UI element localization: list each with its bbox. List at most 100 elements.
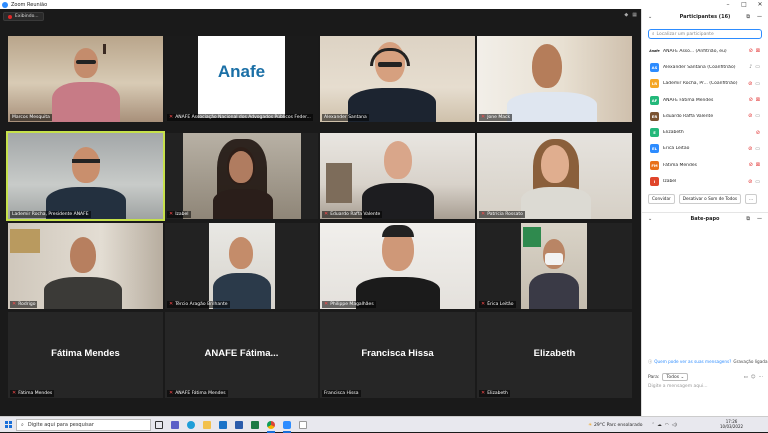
notepad-icon[interactable] — [295, 417, 311, 433]
participant-row[interactable]: FM Fátima Mendes ⊘ ⊠ — [642, 157, 768, 173]
weather-widget[interactable]: ☀ 29°C Parc ensolarado — [588, 417, 642, 433]
camera-icon[interactable]: ▭ — [755, 179, 760, 185]
video-tile[interactable]: Alexander Santana — [320, 36, 475, 122]
mail-icon[interactable] — [215, 417, 231, 433]
mic-muted-icon[interactable]: ⊘ — [749, 48, 753, 54]
participant-row[interactable]: Anafe ANAFE Asso... (Anfitrião, eu) ⊘ ⊠ — [642, 43, 768, 59]
invite-button[interactable]: Convidar — [648, 193, 675, 204]
video-tile[interactable]: ✕ Érica Leitão — [477, 223, 632, 309]
volume-icon[interactable]: ◁) — [672, 423, 677, 428]
start-button[interactable] — [0, 421, 16, 428]
mic-muted-icon: ✕ — [324, 211, 329, 217]
maximize-button[interactable]: □ — [736, 0, 752, 9]
search-icon: ⌕ — [21, 421, 24, 428]
recipient-dropdown[interactable]: Todos ⌄ — [662, 373, 689, 381]
gallery-view-icon[interactable]: ▦ — [632, 12, 637, 18]
close-panel-icon[interactable]: — — [757, 216, 762, 222]
camera-icon[interactable]: ▭ — [755, 64, 760, 70]
participant-row[interactable]: AS Alexander Santana (Coanfitrião) ♪ ▭ — [642, 59, 768, 75]
task-view-icon[interactable] — [151, 417, 167, 433]
tile-name: ✕ Izabel — [167, 211, 191, 218]
cloud-icon[interactable]: ☁ — [657, 423, 662, 428]
video-tile-off[interactable]: Elizabeth ✕ Elizabeth — [477, 312, 632, 398]
mic-muted-icon[interactable]: ⊘ — [756, 130, 760, 136]
more-icon[interactable]: ⋯ — [759, 375, 764, 380]
participant-avatar: AS — [650, 62, 659, 72]
video-tile[interactable]: ✕ Izabel — [165, 133, 318, 219]
video-tile-off[interactable]: Francisca Hissa Francisca Hissa — [320, 312, 475, 398]
video-tile[interactable]: ✕ Jone Mack — [477, 36, 632, 122]
mute-all-button[interactable]: Desativar o Som de Todos — [678, 193, 742, 204]
participant-row[interactable]: E Elizabeth ⊘ — [642, 124, 768, 140]
taskbar-search-input[interactable]: ⌕ Digite aqui para pesquisar — [16, 418, 151, 431]
popout-icon[interactable]: ⧉ — [746, 14, 750, 20]
shield-icon[interactable]: ◆ — [624, 12, 628, 18]
clock[interactable]: 17:26 10/03/2022 — [720, 419, 743, 429]
file-explorer-icon[interactable] — [199, 417, 215, 433]
zoom-taskbar-icon[interactable] — [279, 417, 295, 433]
zoom-logo-icon — [2, 1, 8, 8]
window-title: Zoom Reunião — [11, 1, 48, 8]
participant-row[interactable]: I Izabel ⊘ ▭ — [642, 173, 768, 189]
close-button[interactable]: ✕ — [752, 0, 768, 9]
anafe-logo: Anafe — [217, 62, 266, 81]
collapse-chevron-icon[interactable]: ⌄ — [648, 14, 652, 20]
participant-search-input[interactable]: ⌕ Localizar um participante — [648, 29, 762, 39]
word-icon[interactable] — [231, 417, 247, 433]
video-tile-active-speaker[interactable]: Lademir Rocha, Presidente ANAFE — [6, 131, 165, 221]
camera-icon[interactable]: ▭ — [755, 81, 760, 87]
mic-muted-icon[interactable]: ⊘ — [748, 179, 752, 185]
mic-muted-icon: ✕ — [481, 211, 486, 217]
video-tile[interactable]: Anafe ✕ ANAFE Associação Nacional dos Adv… — [165, 36, 318, 122]
mic-muted-icon: ✕ — [169, 211, 174, 217]
tile-name: Francisca Hissa — [322, 390, 361, 397]
camera-off-icon[interactable]: ⊠ — [756, 48, 760, 54]
date: 10/03/2022 — [720, 424, 744, 429]
wifi-icon[interactable]: ◠ — [665, 423, 669, 428]
emoji-icon[interactable]: ☺ — [751, 375, 756, 380]
edge-icon[interactable] — [183, 417, 199, 433]
participant-row[interactable]: EL Erica Leitao ⊘ ▭ — [642, 141, 768, 157]
file-icon[interactable]: ▭ — [744, 375, 748, 380]
viewing-indicator[interactable]: Exibindo... — [3, 12, 44, 21]
tile-name: ✕ Philippe Magalhães — [322, 301, 376, 308]
video-tile[interactable]: ✕ Eduardo Raffa Valente — [320, 133, 475, 219]
chat-message-input[interactable]: Digite a mensagem aqui... — [648, 384, 708, 389]
video-gallery: Exibindo... ◆ ▦ Marcos Mesquita Anafe ✕ A… — [0, 9, 641, 416]
mic-muted-icon[interactable]: ⊘ — [749, 162, 753, 168]
video-tile[interactable]: ✕ Rodrigo — [8, 223, 163, 309]
mic-icon[interactable]: ♪ — [749, 64, 752, 70]
participant-row[interactable]: LR Lademir Rocha, Pr... (Coanfitrião) ⊘ ▭ — [642, 76, 768, 92]
participant-row[interactable]: ER Eduardo Raffa Valente ⊘ ▭ — [642, 108, 768, 124]
video-tile-off[interactable]: ANAFE Fátima... ✕ ANAFE Fátima Mendes — [165, 312, 318, 398]
minimize-button[interactable]: – — [720, 0, 736, 9]
popout-icon[interactable]: ⧉ — [746, 216, 750, 222]
recording-status: Gravação ligada — [733, 359, 768, 364]
video-tile[interactable]: ✕ Philippe Magalhães — [320, 223, 475, 309]
camera-icon[interactable]: ▭ — [755, 113, 760, 119]
video-tile[interactable]: ✕ Patrícia Rossato — [477, 133, 632, 219]
teams-icon[interactable] — [167, 417, 183, 433]
chrome-icon[interactable] — [263, 417, 279, 433]
mic-muted-icon[interactable]: ⊘ — [749, 97, 753, 103]
mic-muted-icon[interactable]: ⊘ — [748, 81, 752, 87]
more-options-button[interactable]: ... — [745, 193, 758, 204]
chevron-up-icon[interactable]: ˄ — [652, 423, 654, 428]
excel-icon[interactable] — [247, 417, 263, 433]
participant-row[interactable]: AF ANAFE Fátima Mendes ⊘ ⊠ — [642, 92, 768, 108]
video-tile[interactable]: Marcos Mesquita — [8, 36, 163, 122]
mic-muted-icon[interactable]: ⊘ — [748, 146, 752, 152]
video-tile-off[interactable]: Fátima Mendes ✕ Fátima Mendes — [8, 312, 163, 398]
collapse-chevron-icon[interactable]: ⌄ — [648, 216, 652, 222]
tile-name: Lademir Rocha, Presidente ANAFE — [10, 211, 91, 218]
close-panel-icon[interactable]: — — [757, 14, 762, 20]
mic-muted-icon[interactable]: ⊘ — [748, 113, 752, 119]
who-can-see-link[interactable]: Quem pode ver as suas mensagens? — [654, 359, 731, 365]
mic-muted-icon: ✕ — [324, 301, 329, 307]
camera-off-icon[interactable]: ⊠ — [756, 162, 760, 168]
video-tile[interactable]: ✕ Tércio Aragão Brilhante — [165, 223, 318, 309]
taskbar-search-placeholder: Digite aqui para pesquisar — [27, 421, 94, 428]
camera-icon[interactable]: ▭ — [755, 146, 760, 152]
participant-name: Elizabeth — [663, 130, 684, 136]
camera-off-icon[interactable]: ⊠ — [756, 97, 760, 103]
